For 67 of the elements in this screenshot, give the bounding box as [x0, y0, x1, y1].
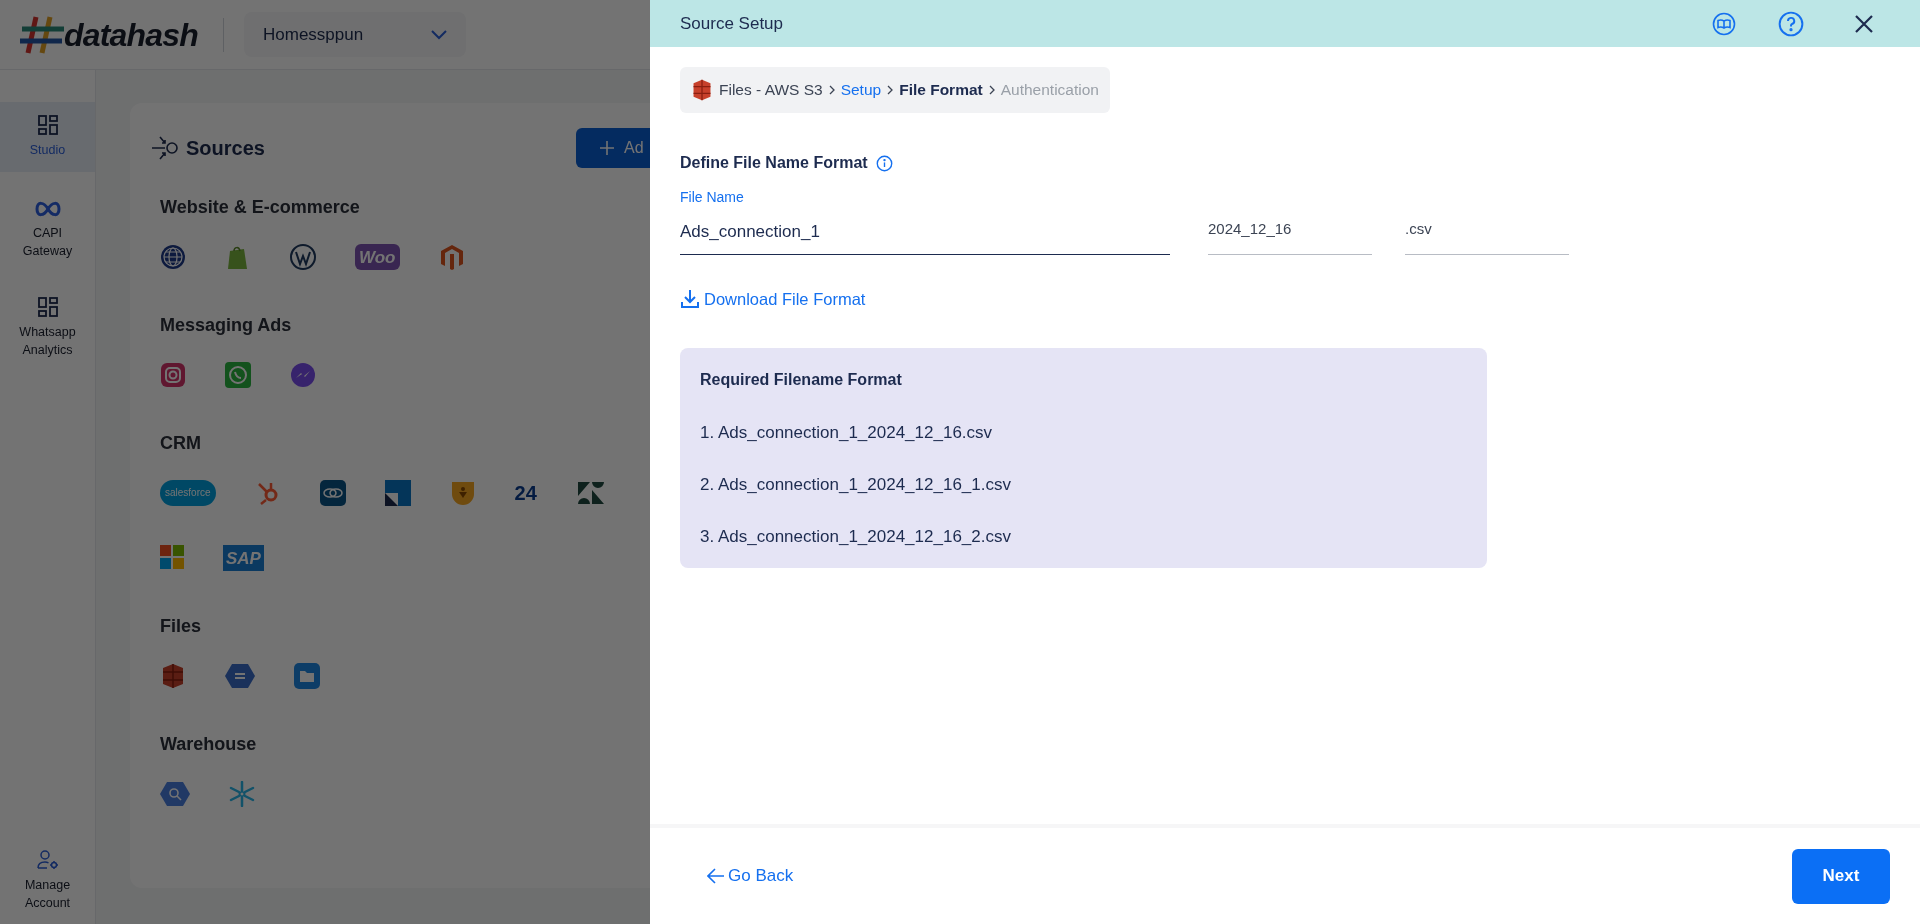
input-field[interactable]: .csv: [1405, 209, 1569, 255]
bucket-icon[interactable]: [160, 663, 186, 689]
next-button[interactable]: Next: [1792, 848, 1890, 904]
chat-bubble-icon[interactable]: [290, 362, 316, 388]
grid-icon: [37, 115, 58, 135]
download-link[interactable]: Download File Format: [680, 287, 866, 312]
square-icon[interactable]: [384, 480, 411, 506]
camera-icon[interactable]: [160, 362, 186, 388]
hexagon-magnifier-icon[interactable]: [160, 781, 190, 807]
book-icon[interactable]: [1712, 11, 1736, 36]
sap-logo[interactable]: SAP: [223, 545, 264, 571]
breadcrumb-item[interactable]: File Format: [899, 78, 983, 102]
snowflake-icon[interactable]: [229, 781, 255, 807]
bucket-icon: [691, 77, 713, 103]
wordpress-logo-icon[interactable]: [290, 244, 316, 270]
breadcrumb-item: Files - AWS S3: [719, 80, 823, 101]
manage-account-button[interactable]: Manage Account: [0, 850, 95, 912]
input-field[interactable]: Ads_connection_1: [680, 209, 1170, 255]
chevron-down-icon: [431, 29, 447, 40]
filename-example: 3. Ads_connection_1_2024_12_16_2.csv: [700, 526, 1012, 549]
four-squares-icon[interactable]: [160, 545, 184, 571]
linked-rings-icon[interactable]: [319, 480, 346, 506]
back-button[interactable]: Go Back: [707, 863, 794, 889]
arrow-left-icon: [707, 868, 725, 884]
user-gear-icon: [36, 850, 59, 870]
grid-icon: [37, 297, 58, 317]
hexagon-icon[interactable]: [225, 663, 255, 689]
info-icon[interactable]: [875, 154, 893, 172]
breadcrumb-item: Authentication: [1000, 80, 1099, 101]
help-icon[interactable]: [1778, 10, 1804, 37]
add-button[interactable]: Ad: [576, 128, 650, 168]
section-heading: CRM: [160, 432, 202, 455]
folder-icon[interactable]: [294, 663, 320, 689]
chevron-right-icon: [828, 85, 835, 95]
input-field[interactable]: 2024_12_16: [1208, 209, 1372, 255]
section-title: Define File Name Format: [680, 153, 868, 173]
woo-logo[interactable]: Woo: [355, 244, 400, 270]
page-title: Sources: [186, 136, 265, 161]
section-heading: Warehouse: [160, 733, 258, 756]
panel-title: Source Setup: [680, 12, 784, 35]
sidebar-item[interactable]: CAPI Gateway: [0, 190, 95, 270]
plus-icon: [600, 141, 614, 155]
format-title: Required Filename Format: [700, 370, 903, 391]
globe-icon[interactable]: [160, 244, 186, 270]
logo-mark-icon: [20, 14, 66, 55]
field-label: File Name: [680, 188, 745, 207]
sidebar-item[interactable]: Whatsapp Analytics: [0, 288, 95, 368]
filename-example: 2. Ads_connection_1_2024_12_16_1.csv: [700, 474, 1012, 497]
close-icon[interactable]: [1854, 13, 1874, 34]
download-icon: [680, 289, 700, 310]
filename-example: 1. Ads_connection_1_2024_12_16.csv: [700, 422, 994, 445]
clock-24-logo[interactable]: 24: [514, 480, 537, 506]
chevron-right-icon: [887, 85, 894, 95]
sidebar-item[interactable]: Studio: [0, 102, 95, 172]
hexagon-m-icon[interactable]: [438, 244, 465, 270]
section-heading: Files: [160, 615, 203, 638]
zendesk-logo-icon[interactable]: [575, 480, 606, 506]
logo-text: datahash: [64, 15, 199, 55]
shield-icon[interactable]: [449, 480, 476, 506]
chevron-right-icon: [988, 85, 995, 95]
cloud-logo[interactable]: salesforce: [160, 480, 216, 506]
infinity-icon: [33, 200, 62, 218]
workspace-dropdown[interactable]: Homessppun: [244, 12, 466, 57]
phone-bubble-icon[interactable]: [225, 362, 251, 388]
breadcrumb-item[interactable]: Setup: [840, 78, 882, 102]
section-heading: Messaging Ads: [160, 314, 293, 337]
section-heading: Website & E-commerce: [160, 196, 361, 219]
